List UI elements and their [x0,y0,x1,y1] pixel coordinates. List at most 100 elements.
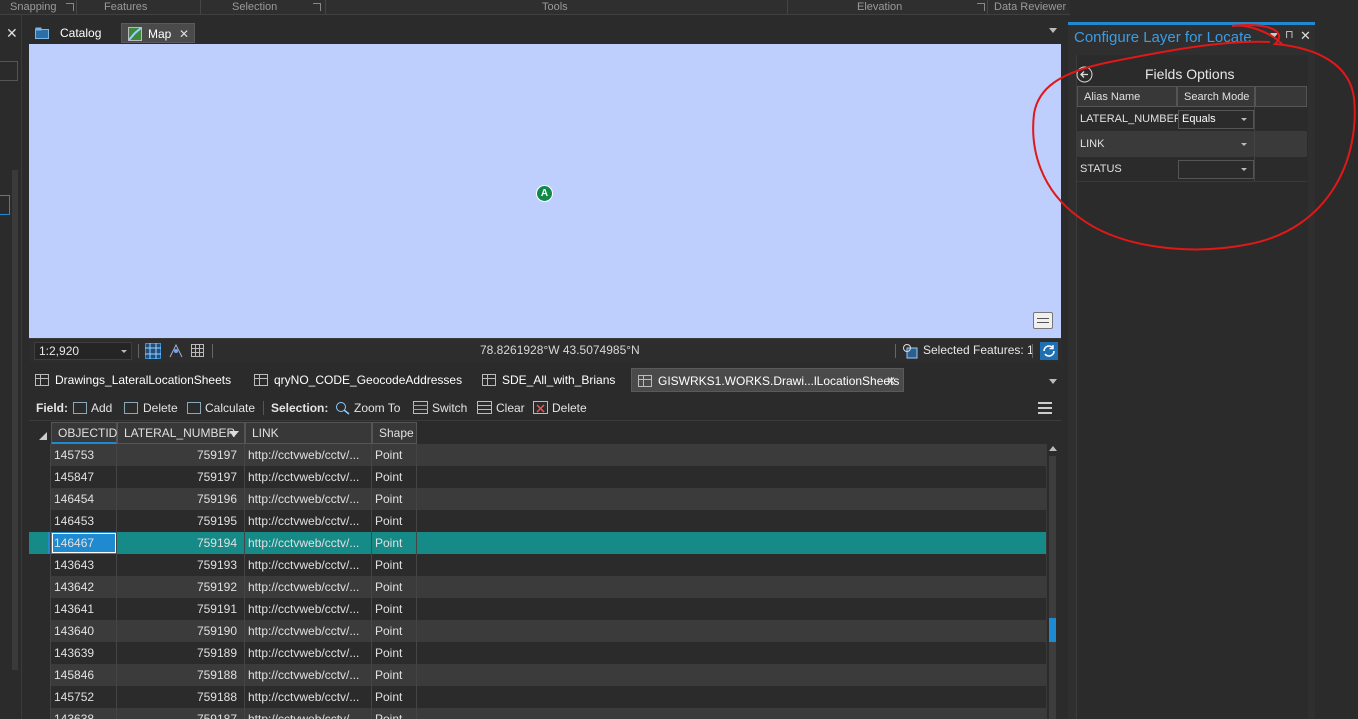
cell-shape[interactable]: Point [372,510,417,532]
tab-sde-all[interactable]: SDE_All_with_Brians [476,368,626,392]
table-row[interactable]: 145846 759188 http://cctvweb/cctv/... Point [29,664,1047,686]
table-tab-overflow-icon[interactable] [1049,379,1057,384]
left-pane-close-icon[interactable]: ✕ [6,25,18,42]
cell-link[interactable]: http://cctvweb/cctv/... [245,488,372,510]
cell-link[interactable]: http://cctvweb/cctv/... [245,708,372,719]
row-selector[interactable] [29,576,51,598]
cell-shape[interactable]: Point [372,576,417,598]
cell-lateral[interactable]: 759191 [117,598,245,620]
elevation-launcher-icon[interactable] [977,3,985,11]
cell-objectid[interactable]: 143643 [51,554,117,576]
grid-snap-icon[interactable] [145,343,161,359]
snapping-launcher-icon[interactable] [66,3,74,11]
cell-objectid[interactable]: 143641 [51,598,117,620]
row-selector[interactable] [29,686,51,708]
tab-drawings-lateral[interactable]: Drawings_LateralLocationSheets [29,368,244,392]
cell-objectid[interactable]: 143639 [51,642,117,664]
delete-selection-button[interactable]: Delete [552,395,587,421]
zoom-to-button[interactable]: Zoom To [354,395,400,421]
add-field-button[interactable]: Add [91,395,112,421]
row-selector[interactable] [29,444,51,466]
refresh-icon[interactable] [1040,342,1058,360]
cell-link[interactable]: http://cctvweb/cctv/... [245,444,372,466]
cell-link[interactable]: http://cctvweb/cctv/... [245,598,372,620]
column-header-lateral-number[interactable]: LATERAL_NUMBER [117,422,245,444]
table-row[interactable]: 145752 759188 http://cctvweb/cctv/... Point [29,686,1047,708]
scale-dropdown-icon[interactable] [121,350,127,353]
table-row[interactable]: 146454 759196 http://cctvweb/cctv/... Point [29,488,1047,510]
table-vertical-scrollbar[interactable] [1046,444,1058,719]
cell-link[interactable]: http://cctvweb/cctv/... [245,532,372,554]
row-selector[interactable] [29,510,51,532]
cell-shape[interactable]: Point [372,466,417,488]
switch-selection-button[interactable]: Switch [432,395,467,421]
cell-link[interactable]: http://cctvweb/cctv/... [245,642,372,664]
row-selector[interactable] [29,554,51,576]
cell-lateral[interactable]: 759188 [117,686,245,708]
table-row[interactable]: 143640 759190 http://cctvweb/cctv/... Point [29,620,1047,642]
row-selector[interactable] [29,664,51,686]
cell-shape[interactable]: Point [372,664,417,686]
cell-objectid[interactable]: 146467 [51,532,117,554]
cell-link[interactable]: http://cctvweb/cctv/... [245,554,372,576]
map-overview-icon[interactable] [1033,312,1053,329]
calculate-field-button[interactable]: Calculate [205,395,255,421]
snapping-toggle-icon[interactable] [168,343,184,359]
row-selector[interactable] [29,708,51,719]
tab-map-close-icon[interactable]: ✕ [179,24,189,44]
column-header-link[interactable]: LINK [245,422,372,444]
cell-link[interactable]: http://cctvweb/cctv/... [245,664,372,686]
cell-lateral[interactable]: 759187 [117,708,245,719]
cell-objectid[interactable]: 146454 [51,488,117,510]
row-selector[interactable] [29,642,51,664]
cell-link[interactable]: http://cctvweb/cctv/... [245,466,372,488]
cell-shape[interactable]: Point [372,598,417,620]
table-row[interactable]: 145847 759197 http://cctvweb/cctv/... Point [29,466,1047,488]
table-row[interactable]: 143638 759187 http://cctvweb/cctv/... Point [29,708,1047,719]
cell-shape[interactable]: Point [372,554,417,576]
left-pane-scrollbar[interactable] [12,170,18,670]
cell-shape[interactable]: Point [372,620,417,642]
scrollbar-track[interactable] [1049,456,1056,719]
table-row[interactable]: 143642 759192 http://cctvweb/cctv/... Point [29,576,1047,598]
table-row[interactable]: 143639 759189 http://cctvweb/cctv/... Point [29,642,1047,664]
cell-lateral[interactable]: 759188 [117,664,245,686]
cell-shape[interactable]: Point [372,488,417,510]
cell-lateral[interactable]: 759197 [117,444,245,466]
select-all-corner[interactable] [29,422,51,444]
table-row[interactable]: 143641 759191 http://cctvweb/cctv/... Point [29,598,1047,620]
cell-lateral[interactable]: 759192 [117,576,245,598]
tab-giswrks1-close-icon[interactable]: ✕ [886,369,896,393]
column-header-objectid[interactable]: OBJECTID [51,422,117,444]
cell-lateral[interactable]: 759195 [117,510,245,532]
table-row[interactable]: 143643 759193 http://cctvweb/cctv/... Point [29,554,1047,576]
tab-qry-no-code[interactable]: qryNO_CODE_GeocodeAddresses [248,368,468,392]
locate-result-marker[interactable]: A [537,186,552,201]
row-selector[interactable] [29,620,51,642]
selection-launcher-icon[interactable] [313,3,321,11]
row-selector[interactable] [29,488,51,510]
cell-objectid[interactable]: 145753 [51,444,117,466]
cell-objectid[interactable]: 143640 [51,620,117,642]
cell-link[interactable]: http://cctvweb/cctv/... [245,620,372,642]
cell-lateral[interactable]: 759190 [117,620,245,642]
left-pane-item[interactable] [0,195,10,215]
tab-map[interactable]: Map ✕ [121,23,195,43]
tab-giswrks1[interactable]: GISWRKS1.WORKS.Drawi...lLocationSheets ✕ [631,368,904,392]
table-row[interactable]: 145753 759197 http://cctvweb/cctv/... Point [29,444,1047,466]
cell-shape[interactable]: Point [372,532,417,554]
cell-lateral[interactable]: 759189 [117,642,245,664]
row-selector[interactable] [29,598,51,620]
cell-lateral[interactable]: 759193 [117,554,245,576]
table-menu-icon[interactable] [1038,402,1052,414]
grid-display-icon[interactable] [190,343,206,359]
cell-shape[interactable]: Point [372,708,417,719]
cell-lateral[interactable]: 759196 [117,488,245,510]
tab-catalog[interactable]: Catalog [27,23,119,43]
table-row[interactable]: 146453 759195 http://cctvweb/cctv/... Point [29,510,1047,532]
cell-objectid[interactable]: 145847 [51,466,117,488]
table-row[interactable]: 146467 759194 http://cctvweb/cctv/... Point [29,532,1047,554]
clear-selection-button[interactable]: Clear [496,395,525,421]
cell-lateral[interactable]: 759194 [117,532,245,554]
scale-selector[interactable]: 1:2,920 [34,342,132,360]
